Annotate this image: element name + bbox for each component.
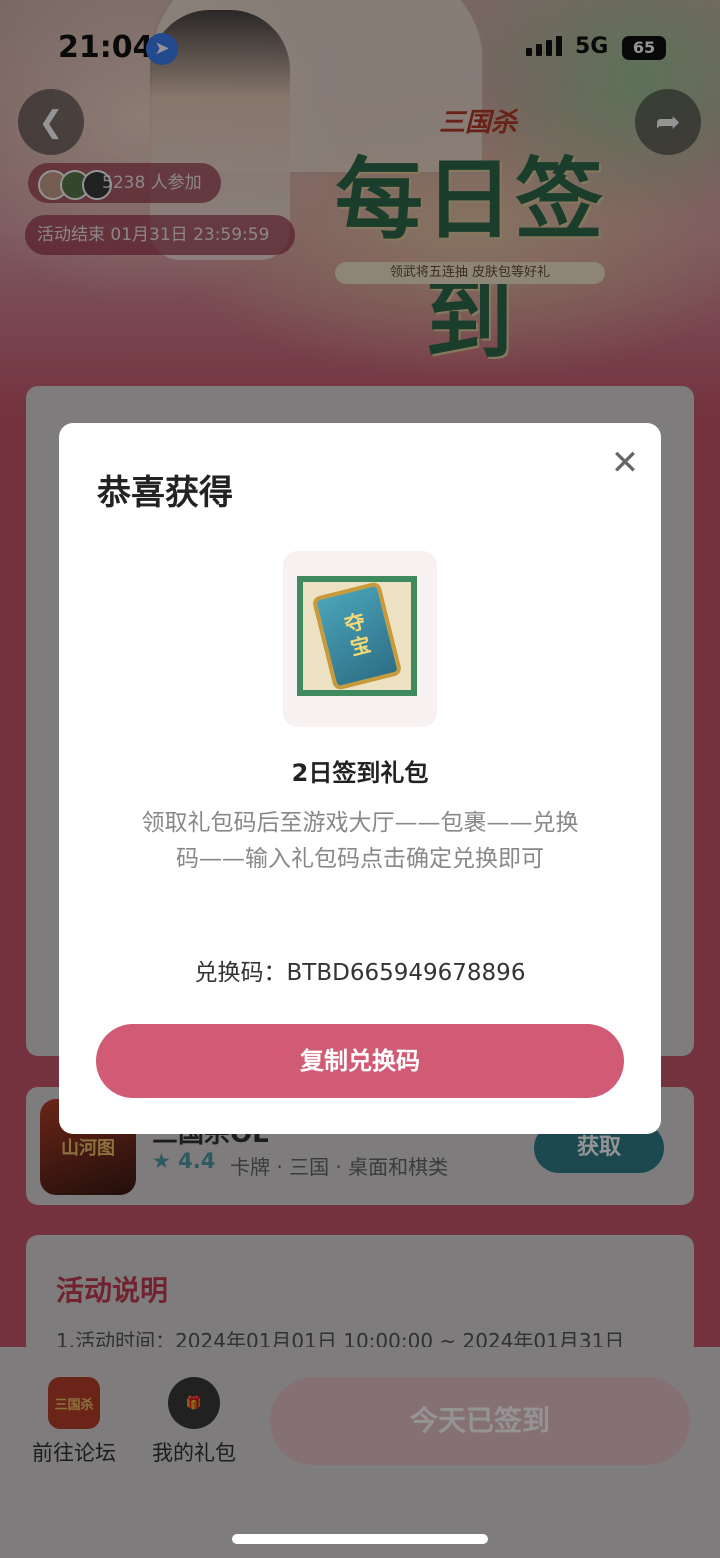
home-indicator[interactable] (232, 1534, 488, 1544)
prize-card-art: 夺宝 (297, 576, 417, 696)
copy-code-button[interactable]: 复制兑换码 (96, 1024, 624, 1098)
prize-token: 夺宝 (311, 580, 403, 692)
close-icon[interactable]: ✕ (605, 443, 645, 483)
gift-description: 领取礼包码后至游戏大厅——包裹——兑换码——输入礼包码点击确定兑换即可 (141, 810, 579, 872)
redeem-code-value: BTBD665949678896 (286, 960, 526, 986)
prize-image: 夺宝 (283, 551, 437, 727)
gift-name: 2日签到礼包 (291, 759, 429, 787)
redeem-code-row: 兑换码：BTBD665949678896 (59, 953, 661, 987)
redeem-code-label: 兑换码： (194, 960, 287, 986)
activity-page: 三国杀 每日签到 领武将五连抽 皮肤包等好礼 ❮ ➦ 5238 人参加 活动结束… (0, 0, 720, 1558)
modal-title: 恭喜获得 (97, 473, 233, 513)
reward-modal: 恭喜获得 ✕ 夺宝 2日签到礼包 领取礼包码后至游戏大厅——包裹——兑换码——输… (59, 423, 661, 1134)
